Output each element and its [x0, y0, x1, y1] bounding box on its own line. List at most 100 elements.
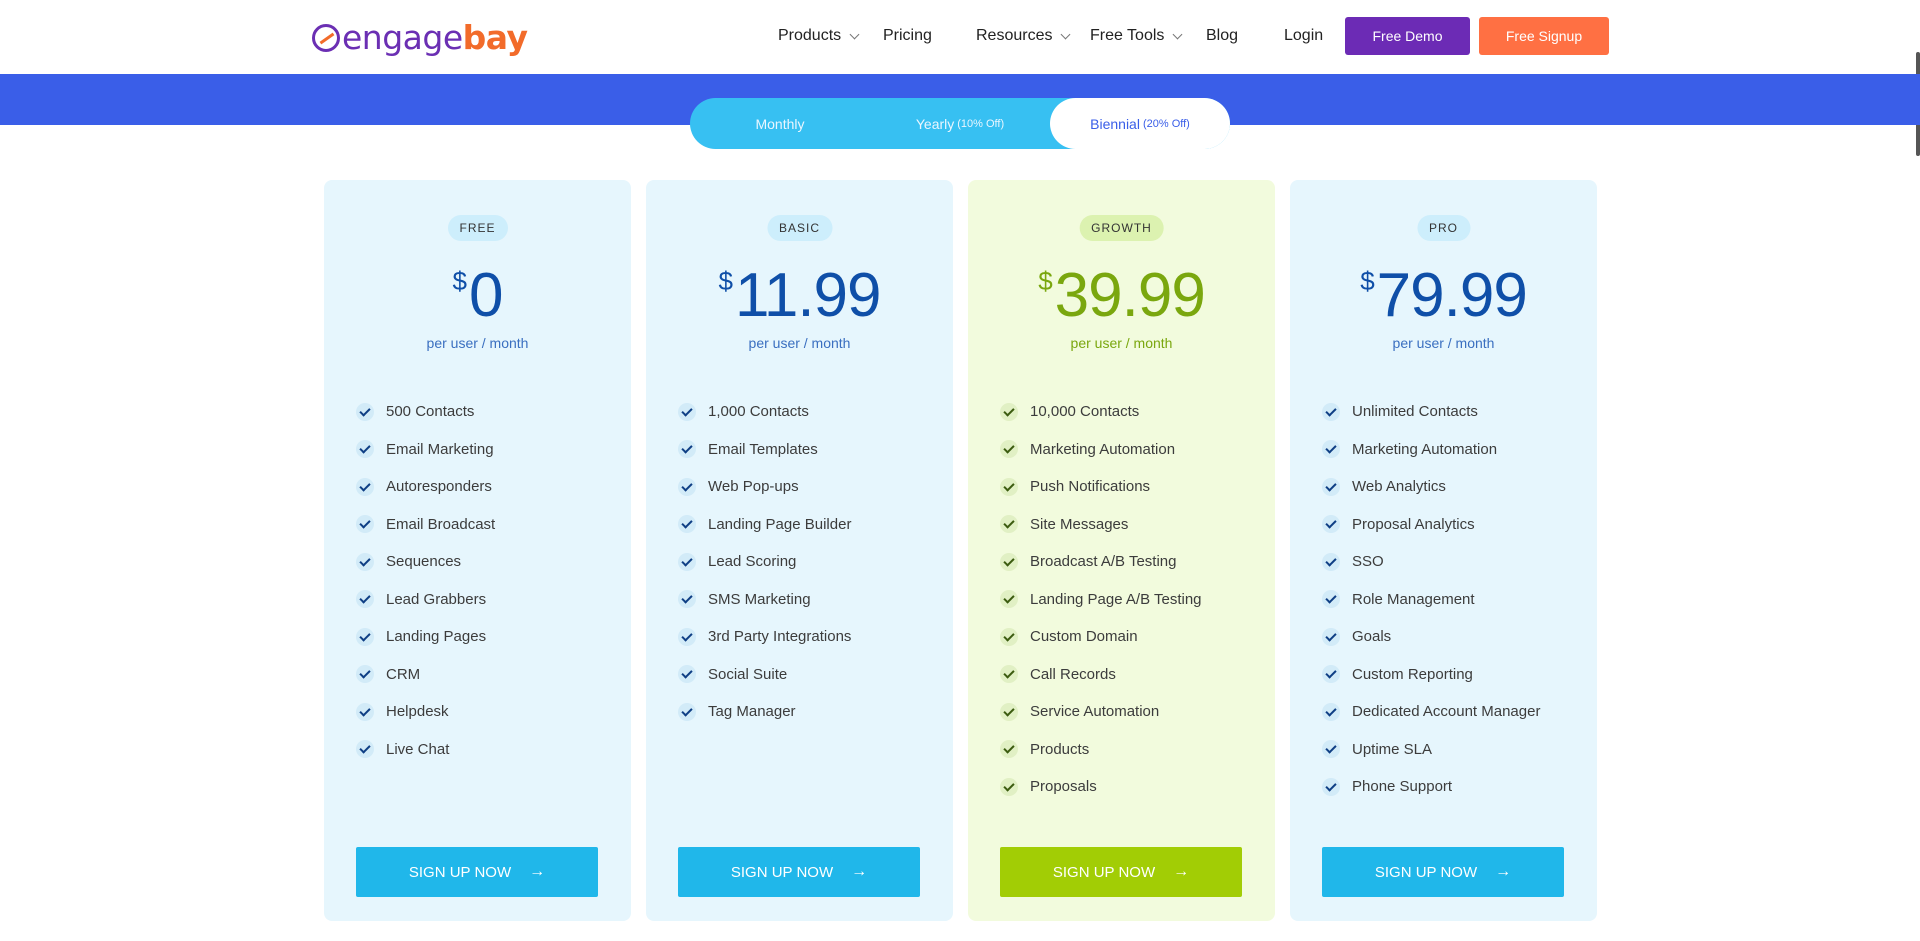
- nav-resources[interactable]: Resources: [976, 16, 1071, 56]
- nav-login[interactable]: Login: [1284, 16, 1323, 56]
- feature-label: Custom Domain: [1030, 628, 1138, 646]
- check-icon: [678, 665, 696, 684]
- feature-label: Tag Manager: [708, 703, 796, 721]
- main-nav: Products Pricing Resources Free Tools Bl…: [0, 16, 1920, 56]
- feature-label: Web Pop-ups: [708, 478, 799, 496]
- feature-item: 3rd Party Integrations: [678, 618, 851, 656]
- billing-option-biennial[interactable]: Biennial (20% Off): [1050, 98, 1230, 149]
- check-icon: [356, 515, 374, 534]
- site-header: engagebay Products Pricing Resources Fre…: [0, 0, 1920, 74]
- arrow-right-icon: →: [1495, 863, 1512, 880]
- feature-item: Lead Grabbers: [356, 581, 495, 619]
- feature-item: Web Analytics: [1322, 468, 1540, 506]
- feature-label: Goals: [1352, 628, 1392, 646]
- sign-up-now-button[interactable]: SIGN UP NOW →: [1322, 847, 1564, 897]
- nav-label: Resources: [976, 27, 1053, 44]
- plan-card-growth: GROWTH $39.99 per user / month 10,000 Co…: [968, 180, 1275, 921]
- feature-item: Marketing Automation: [1000, 431, 1202, 469]
- nav-blog[interactable]: Blog: [1206, 16, 1238, 56]
- feature-label: Lead Scoring: [708, 553, 797, 571]
- pricing-page: engagebay Products Pricing Resources Fre…: [0, 0, 1920, 941]
- feature-item: Dedicated Account Manager: [1322, 693, 1540, 731]
- plan-price: $0: [452, 261, 504, 330]
- feature-label: Landing Pages: [386, 628, 487, 646]
- feature-item: Call Records: [1000, 656, 1202, 694]
- check-icon: [1000, 477, 1018, 496]
- arrow-right-icon: →: [851, 863, 868, 880]
- check-icon: [1000, 590, 1018, 609]
- billing-option-monthly[interactable]: Monthly: [690, 98, 870, 149]
- plan-price: $11.99: [718, 261, 881, 330]
- check-icon: [1000, 440, 1018, 459]
- check-icon: [356, 627, 374, 646]
- feature-label: Broadcast A/B Testing: [1030, 553, 1177, 571]
- feature-label: Unlimited Contacts: [1352, 403, 1478, 421]
- feature-list: 1,000 Contacts Email Templates Web Pop-ups…: [678, 393, 851, 731]
- check-icon: [1000, 552, 1018, 571]
- feature-item: Proposal Analytics: [1322, 506, 1540, 544]
- check-icon: [678, 627, 696, 646]
- plan-period: per user / month: [426, 335, 529, 351]
- feature-item: Broadcast A/B Testing: [1000, 543, 1202, 581]
- plan-card-basic: BASIC $11.99 per user / month 1,000 Cont…: [646, 180, 953, 921]
- check-icon: [356, 665, 374, 684]
- feature-list: 500 Contacts Email Marketing Autoresponder…: [356, 393, 495, 768]
- check-icon: [1000, 665, 1018, 684]
- nav-label: Login: [1284, 27, 1324, 44]
- check-icon: [356, 440, 374, 459]
- feature-label: 1,000 Contacts: [708, 403, 809, 421]
- billing-option-yearly[interactable]: Yearly (10% Off): [870, 98, 1050, 149]
- feature-item: Uptime SLA: [1322, 731, 1540, 769]
- feature-label: Web Analytics: [1352, 478, 1446, 496]
- nav-label: Products: [778, 27, 842, 44]
- feature-label: Site Messages: [1030, 515, 1129, 533]
- feature-item: Landing Page Builder: [678, 506, 851, 544]
- plan-badge: GROWTH: [1079, 215, 1164, 241]
- feature-label: Live Chat: [386, 740, 450, 758]
- feature-item: Phone Support: [1322, 768, 1540, 806]
- check-icon: [1322, 665, 1340, 684]
- plan-period: per user / month: [1392, 335, 1495, 351]
- feature-item: SMS Marketing: [678, 581, 851, 619]
- check-icon: [356, 702, 374, 721]
- nav-label: Blog: [1206, 27, 1239, 44]
- feature-item: Landing Page A/B Testing: [1000, 581, 1202, 619]
- sign-up-now-button[interactable]: SIGN UP NOW →: [1000, 847, 1242, 897]
- check-icon: [356, 590, 374, 609]
- nav-free-tools[interactable]: Free Tools: [1090, 16, 1183, 56]
- feature-item: Email Broadcast: [356, 506, 495, 544]
- nav-pricing[interactable]: Pricing: [883, 16, 932, 56]
- plan-badge: PRO: [1416, 215, 1471, 241]
- free-signup-button[interactable]: Free Signup: [1479, 17, 1609, 55]
- plan-price: $79.99: [1360, 261, 1528, 330]
- check-icon: [356, 552, 374, 571]
- check-icon: [356, 740, 374, 759]
- feature-item: Push Notifications: [1000, 468, 1202, 506]
- sign-up-now-button[interactable]: SIGN UP NOW →: [356, 847, 598, 897]
- feature-label: Products: [1030, 740, 1090, 758]
- plan-price: $39.99: [1038, 261, 1206, 330]
- check-icon: [1322, 440, 1340, 459]
- nav-products[interactable]: Products: [778, 16, 860, 56]
- feature-item: Web Pop-ups: [678, 468, 851, 506]
- feature-item: Unlimited Contacts: [1322, 393, 1540, 431]
- feature-label: Service Automation: [1030, 703, 1160, 721]
- feature-label: Dedicated Account Manager: [1352, 703, 1541, 721]
- chevron-down-icon: [1172, 29, 1183, 39]
- check-icon: [678, 477, 696, 496]
- feature-item: Landing Pages: [356, 618, 495, 656]
- sign-up-now-button[interactable]: SIGN UP NOW →: [678, 847, 920, 897]
- feature-item: Email Templates: [678, 431, 851, 469]
- feature-label: Phone Support: [1352, 778, 1453, 796]
- feature-label: SMS Marketing: [708, 590, 811, 608]
- feature-item: Email Marketing: [356, 431, 495, 469]
- feature-label: Push Notifications: [1030, 478, 1151, 496]
- free-demo-button[interactable]: Free Demo: [1345, 17, 1470, 55]
- feature-label: CRM: [386, 665, 421, 683]
- check-icon: [678, 552, 696, 571]
- feature-label: Helpdesk: [386, 703, 449, 721]
- feature-list: Unlimited Contacts Marketing Automation We…: [1322, 393, 1540, 806]
- feature-label: Sequences: [386, 553, 462, 571]
- feature-label: Landing Page Builder: [708, 515, 852, 533]
- check-icon: [1322, 740, 1340, 759]
